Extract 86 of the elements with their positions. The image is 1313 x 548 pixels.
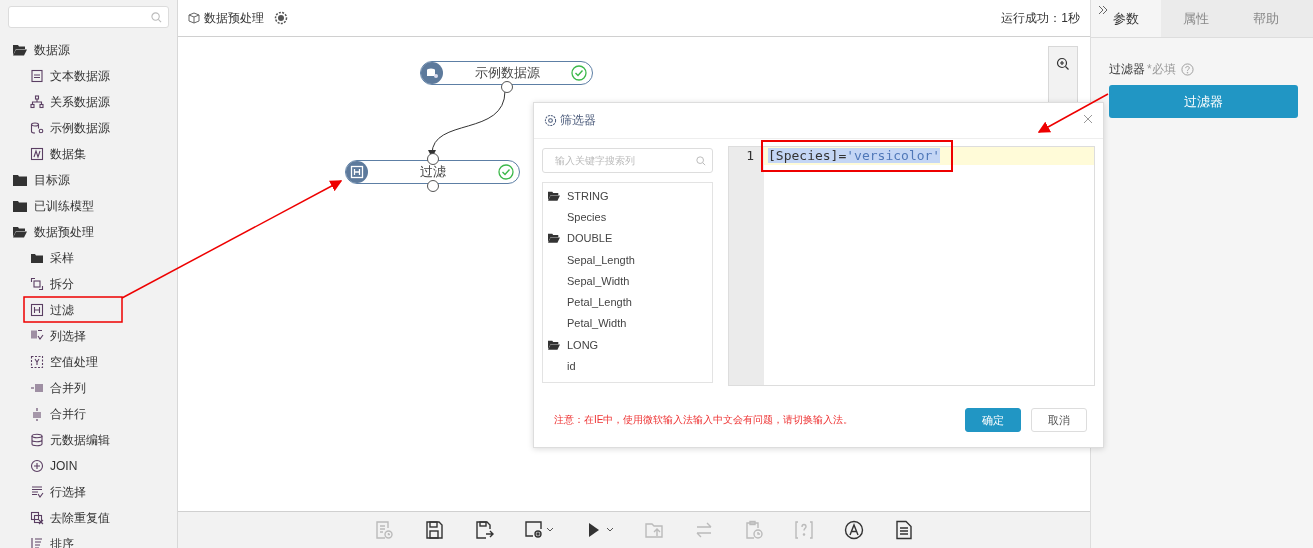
field-item[interactable]: Sepal_Width — [567, 274, 630, 287]
flow-node[interactable]: 示例数据源 — [420, 61, 593, 85]
sidebar-item[interactable]: JOIN — [50, 459, 78, 473]
bracket-question-icon — [794, 520, 814, 540]
sidebar-item[interactable]: 空值处理 — [50, 353, 98, 371]
split-icon — [30, 277, 44, 291]
sidebar-item[interactable]: 已训练模型 — [34, 197, 94, 215]
close-icon[interactable] — [1083, 114, 1093, 124]
sidebar-item[interactable]: 元数据编辑 — [50, 431, 110, 449]
toolbar-button[interactable] — [842, 518, 866, 542]
sidebar-item[interactable]: 过滤 — [50, 301, 74, 319]
field-item[interactable]: Petal_Length — [567, 296, 632, 309]
search-icon — [696, 156, 706, 166]
dedupe-icon — [30, 511, 44, 525]
field-group[interactable]: DOUBLE — [567, 232, 613, 245]
sidebar-item[interactable]: 列选择 — [50, 327, 86, 345]
sidebar-item[interactable]: 关系数据源 — [50, 93, 110, 111]
open-folder-icon — [547, 232, 561, 245]
merge-col-icon — [30, 381, 44, 395]
null-icon — [30, 355, 44, 369]
merge-row-icon — [30, 407, 44, 421]
node-label: 过滤 — [419, 163, 447, 181]
text-source-icon — [30, 69, 44, 83]
sidebar-item[interactable]: 数据集 — [50, 145, 86, 163]
sort-icon — [30, 537, 44, 548]
search-field[interactable] — [8, 6, 169, 28]
rows-icon — [30, 485, 44, 499]
sidebar-item[interactable]: 合并行 — [50, 405, 86, 423]
cube-icon — [188, 12, 200, 24]
sidebar-item[interactable]: 数据预处理 — [34, 223, 94, 241]
sidebar-item[interactable]: 采样 — [50, 249, 74, 267]
required-hint: *必填 — [1147, 61, 1176, 78]
field-item[interactable]: id — [567, 360, 576, 372]
relation-icon — [30, 95, 44, 109]
field-group[interactable]: STRING — [567, 189, 609, 202]
dialog-title: 筛选器 — [560, 112, 596, 129]
sidebar-item[interactable]: 目标源 — [34, 171, 70, 189]
annotation-arrow — [1037, 93, 1109, 133]
save-as-icon — [474, 520, 494, 540]
folder-icon — [30, 251, 44, 265]
field-label: 过滤器 — [1109, 61, 1145, 78]
field-item[interactable]: Petal_Width — [567, 317, 627, 330]
search-icon — [151, 11, 162, 23]
canvas-title: 数据预处理 — [204, 9, 264, 27]
search-field[interactable]: 输入关键字搜索列 — [542, 148, 713, 173]
swap-icon — [694, 520, 714, 540]
run-status: 运行成功：1秒 — [1001, 9, 1080, 27]
sample-db-node-icon — [421, 62, 443, 84]
join-icon — [30, 459, 44, 473]
input-port[interactable] — [426, 153, 439, 165]
settings-monitor-icon — [524, 520, 544, 540]
code-editor[interactable]: 1 [Species]='versicolor' — [728, 146, 1095, 386]
filter-node-icon — [346, 161, 368, 183]
node-label: 示例数据源 — [473, 64, 541, 82]
sidebar-item[interactable]: 合并列 — [50, 379, 86, 397]
open-folder-icon — [547, 338, 561, 351]
db-icon — [30, 433, 44, 447]
field-group[interactable]: LONG — [567, 338, 599, 351]
clipboard-clock-icon — [744, 520, 764, 540]
sidebar-item[interactable]: 数据源 — [34, 41, 70, 59]
double-chevron-icon[interactable] — [1098, 5, 1108, 15]
caret-icon — [606, 527, 614, 533]
letter-circle-icon — [844, 520, 864, 540]
panel-tab[interactable]: 参数 — [1091, 0, 1161, 37]
sidebar-item[interactable]: 示例数据源 — [50, 119, 110, 137]
sidebar-item[interactable]: 文本数据源 — [50, 67, 110, 85]
sidebar-item[interactable]: 行选择 — [50, 483, 86, 501]
field-item[interactable]: Species — [567, 210, 607, 223]
settings-icon[interactable] — [274, 11, 288, 25]
flow-node[interactable]: 过滤 — [345, 160, 520, 184]
warning-note: 注意：在IE中，使用微软输入法输入中文会有问题，请切换输入法。 — [554, 413, 855, 427]
zoom-in-icon[interactable] — [1056, 57, 1070, 71]
filter-icon — [30, 303, 44, 317]
caret-icon — [546, 527, 554, 533]
folder-upload-icon — [644, 520, 664, 540]
open-folder-icon — [547, 189, 561, 202]
sidebar-item[interactable]: 去除重复值 — [50, 509, 110, 527]
field-item[interactable]: Sepal_Length — [567, 253, 635, 266]
report-icon — [374, 520, 394, 540]
cancel-button[interactable]: 取消 — [1031, 408, 1087, 432]
dataset-icon — [30, 147, 44, 161]
sample-db-icon — [30, 121, 44, 135]
save-icon — [424, 520, 444, 540]
document-icon — [894, 520, 914, 540]
sidebar-item[interactable]: 拆分 — [50, 275, 74, 293]
gear-icon — [544, 114, 557, 127]
